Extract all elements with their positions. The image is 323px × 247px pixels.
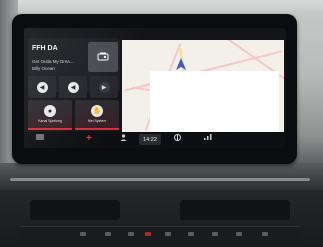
physical-button[interactable] [262, 232, 268, 236]
infotainment-screen: FFH DA Get Outta My Drea... Billy Ocean … [24, 28, 286, 148]
physical-button[interactable] [188, 232, 194, 236]
accent-bar [75, 128, 119, 130]
artist-name: Billy Ocean [32, 66, 55, 71]
play-button[interactable]: ◀ [59, 76, 87, 98]
hazard-button[interactable] [145, 232, 151, 236]
signal-icon [204, 134, 212, 140]
accent-bar [28, 128, 72, 130]
dashboard-trim [10, 178, 310, 181]
previous-button[interactable]: ◀ [28, 76, 56, 98]
position-marker-icon [176, 58, 186, 70]
hand-icon: ✋ [91, 105, 103, 117]
physical-button[interactable] [212, 232, 218, 236]
physical-button-row [20, 226, 300, 247]
physical-button[interactable] [236, 232, 242, 236]
physical-button[interactable] [105, 232, 111, 236]
physical-button[interactable] [128, 232, 134, 236]
media-source-button[interactable] [88, 42, 118, 72]
add-icon[interactable]: + [86, 133, 92, 144]
previous-icon: ◀ [36, 81, 48, 93]
app-tile-recording[interactable]: ● Kanal Spielung [28, 100, 72, 130]
user-icon[interactable] [120, 134, 127, 141]
app-tile-system[interactable]: ✋ Mei System [75, 100, 119, 130]
physical-button[interactable] [165, 232, 171, 236]
next-icon: ▶ [98, 81, 110, 93]
physical-button[interactable] [80, 232, 86, 236]
clock: 14:22 [139, 134, 161, 145]
next-button[interactable]: ▶ [90, 76, 118, 98]
window-background [0, 0, 323, 14]
air-vent-right [180, 200, 290, 220]
record-icon: ● [44, 105, 56, 117]
song-title: Get Outta My Drea... [32, 59, 74, 64]
app-tile-label: Kanal Spielung [38, 119, 62, 123]
air-vent-left [30, 200, 120, 220]
station-name: FFH DA [32, 45, 58, 52]
menu-icon[interactable] [36, 134, 44, 140]
dashboard-shelf [0, 163, 323, 191]
status-bar: + 14:22 [24, 132, 286, 148]
media-source-icon [97, 52, 109, 63]
play-icon: ◀ [67, 81, 79, 93]
app-tile-label: Mei System [87, 119, 107, 123]
climate-icon[interactable] [174, 134, 181, 141]
